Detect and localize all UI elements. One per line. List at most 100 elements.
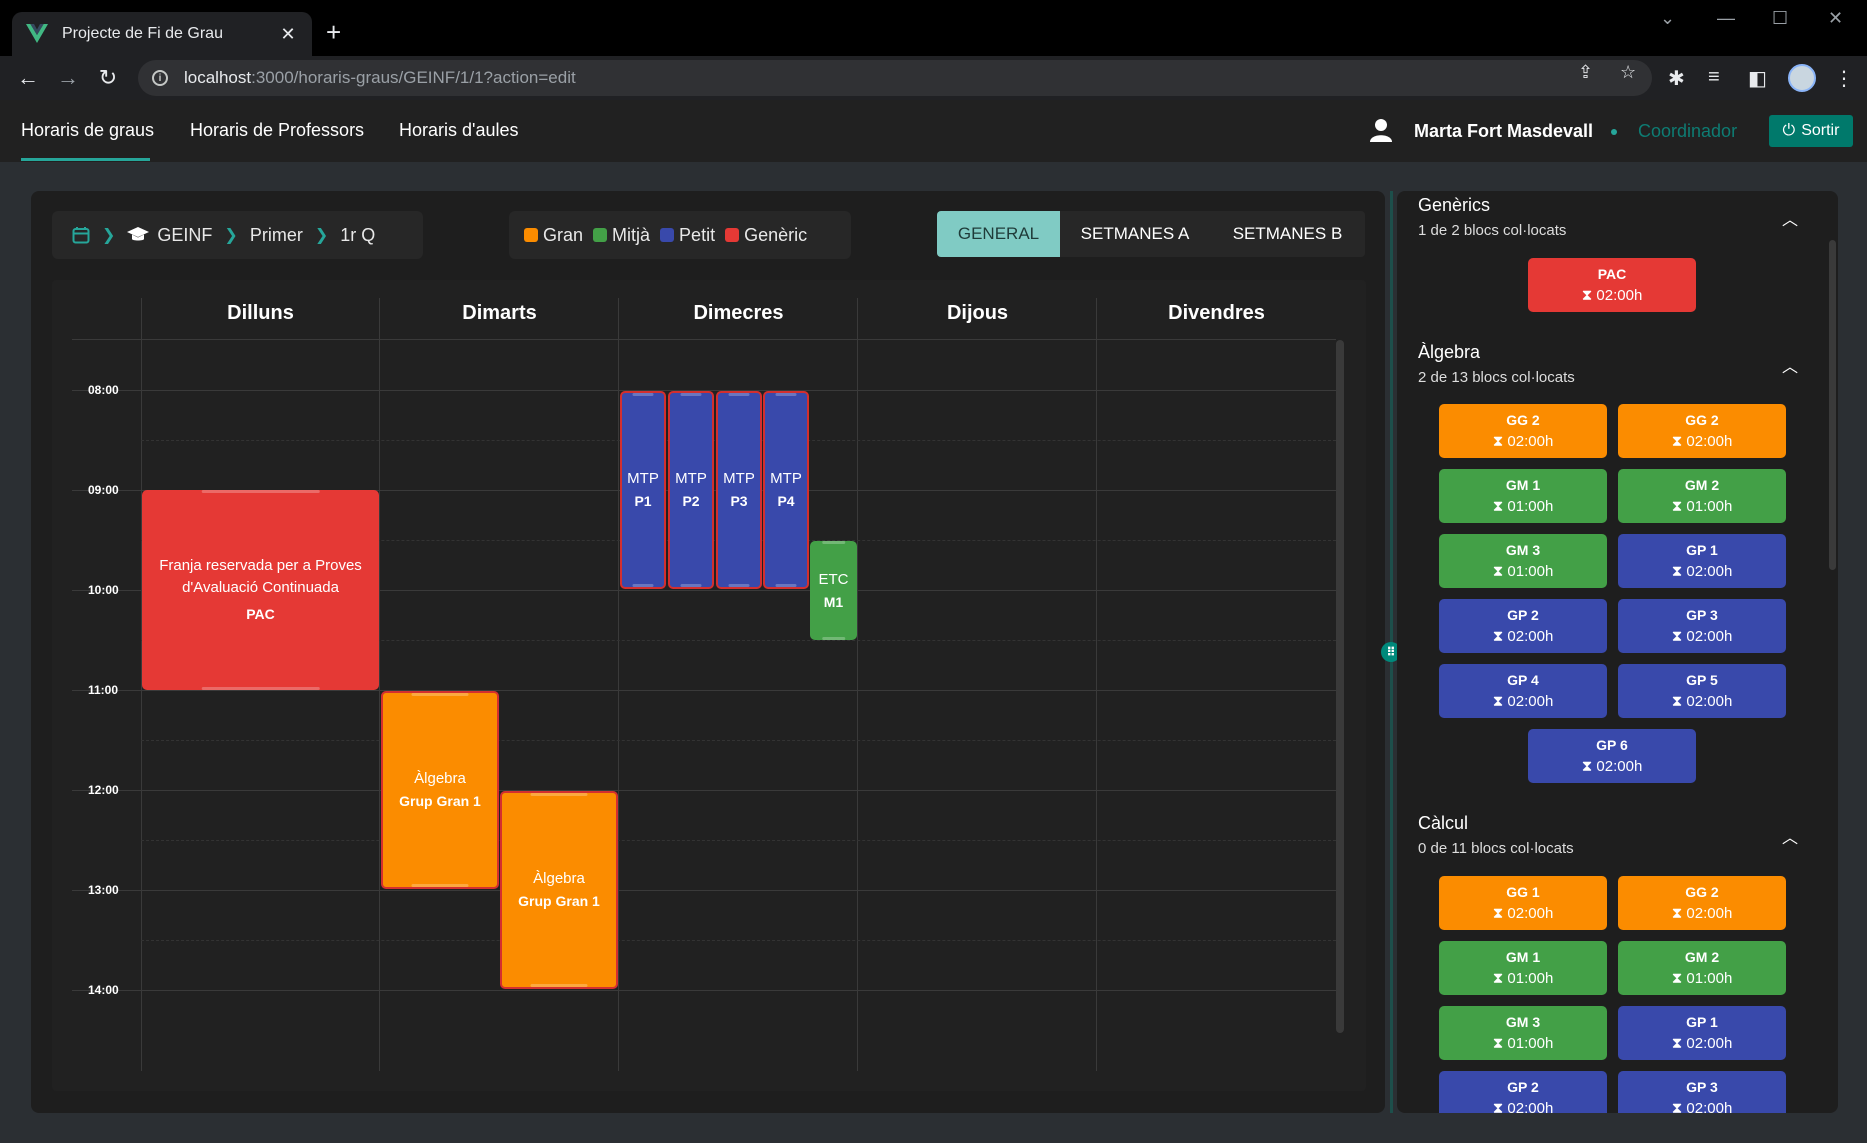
block-duration: ⧗ 02:00h (1671, 563, 1733, 580)
event-subject: MTP (723, 470, 755, 487)
forward-icon[interactable]: → (52, 62, 84, 94)
block-algebra[interactable]: GP 4 ⧗ 02:00h (1439, 664, 1607, 718)
browser-tab[interactable]: Projecte de Fi de Grau ✕ (12, 12, 312, 56)
block-calcul[interactable]: GP 2 ⧗ 02:00h (1439, 1071, 1607, 1113)
block-duration: ⧗ 01:00h (1671, 970, 1733, 987)
resize-handle[interactable] (680, 584, 702, 587)
event-mtp-p1[interactable]: MTP P1 (620, 391, 666, 589)
close-tab-icon[interactable]: ✕ (278, 24, 298, 45)
resize-handle[interactable] (821, 541, 846, 544)
block-calcul[interactable]: GM 2 ⧗ 01:00h (1618, 941, 1786, 995)
tab-general[interactable]: GENERAL (937, 211, 1060, 257)
chevron-up-icon[interactable]: ︿ (1782, 824, 1798, 848)
chevron-up-icon[interactable]: ︿ (1782, 353, 1798, 377)
block-name: GM 1 (1505, 477, 1541, 493)
resize-handle[interactable] (632, 393, 654, 396)
block-calcul[interactable]: GP 1 ⧗ 02:00h (1618, 1006, 1786, 1060)
event-etc-m1[interactable]: ETC M1 (810, 541, 857, 640)
block-duration: ⧗ 01:00h (1492, 498, 1554, 515)
block-algebra[interactable]: GP 3 ⧗ 02:00h (1618, 599, 1786, 653)
chevron-up-icon[interactable]: ︿ (1782, 206, 1798, 230)
event-mtp-p2[interactable]: MTP P2 (668, 391, 714, 589)
resize-handle[interactable] (201, 687, 320, 690)
resize-handle[interactable] (728, 584, 750, 587)
resize-handle[interactable] (680, 393, 702, 396)
reload-icon[interactable]: ↻ (92, 62, 124, 94)
resize-handle[interactable] (775, 393, 797, 396)
resize-handle[interactable] (728, 393, 750, 396)
block-algebra[interactable]: GM 1 ⧗ 01:00h (1439, 469, 1607, 523)
event-mtp-p4[interactable]: MTP P4 (763, 391, 809, 589)
day-header-dijous: Dijous (946, 302, 1009, 324)
block-duration: ⧗ 02:00h (1492, 433, 1554, 450)
nav-horaris-professors[interactable]: Horaris de Professors (190, 120, 364, 141)
tab-setmanes-a[interactable]: SETMANES A (1060, 211, 1210, 257)
block-calcul[interactable]: GP 3 ⧗ 02:00h (1618, 1071, 1786, 1113)
block-algebra[interactable]: GP 2 ⧗ 02:00h (1439, 599, 1607, 653)
breadcrumb-grau[interactable]: GEINF (157, 225, 212, 246)
side-scrollbar[interactable] (1829, 240, 1836, 570)
block-algebra[interactable]: GP 1 ⧗ 02:00h (1618, 534, 1786, 588)
block-name: GP 2 (1507, 1079, 1539, 1095)
block-name: GG 1 (1506, 884, 1540, 900)
breadcrumb-quadrimestre[interactable]: 1r Q (340, 225, 375, 246)
day-header-dimecres: Dimecres (693, 302, 784, 324)
resize-handle[interactable] (411, 884, 469, 887)
breadcrumb-curs[interactable]: Primer (250, 225, 303, 246)
event-group: Grup Gran 1 (518, 893, 600, 909)
block-algebra[interactable]: GP 5 ⧗ 02:00h (1618, 664, 1786, 718)
event-algebra-1[interactable]: Àlgebra Grup Gran 1 (381, 691, 499, 889)
share-icon[interactable]: ⇪ (1578, 62, 1593, 83)
resize-handle[interactable] (821, 637, 846, 640)
block-calcul[interactable]: GM 1 ⧗ 01:00h (1439, 941, 1607, 995)
side-panel-icon[interactable]: ◧ (1748, 66, 1767, 91)
nav-horaris-aules[interactable]: Horaris d'aules (399, 120, 519, 141)
event-text: d'Avaluació Continuada (182, 579, 339, 596)
extensions-icon[interactable]: ✱ (1668, 66, 1685, 91)
resize-handle[interactable] (632, 584, 654, 587)
new-tab-icon[interactable]: + (326, 18, 341, 46)
tab-setmanes-b[interactable]: SETMANES B (1210, 211, 1365, 257)
site-info-icon[interactable]: i (152, 70, 168, 86)
back-icon[interactable]: ← (12, 62, 44, 94)
address-bar[interactable]: i localhost:3000/horaris-graus/GEINF/1/1… (138, 60, 1652, 96)
calendar-scrollbar[interactable] (1336, 340, 1344, 1033)
calendar-icon[interactable] (72, 226, 90, 244)
minimize-icon[interactable]: — (1717, 8, 1735, 29)
view-tabs: GENERAL SETMANES A SETMANES B (937, 211, 1365, 257)
block-generic[interactable]: PAC ⧗ 02:00h (1528, 258, 1696, 312)
maximize-icon[interactable]: ☐ (1772, 8, 1788, 29)
block-algebra[interactable]: GG 2 ⧗ 02:00h (1439, 404, 1607, 458)
window-close-icon[interactable]: ✕ (1828, 8, 1843, 29)
resize-handle[interactable] (775, 584, 797, 587)
resize-handle[interactable] (411, 693, 469, 696)
profile-avatar[interactable] (1788, 64, 1816, 92)
resize-handle[interactable] (530, 984, 588, 987)
block-duration: ⧗ 02:00h (1581, 758, 1643, 775)
media-control-icon[interactable]: ≡ (1708, 66, 1720, 89)
event-algebra-2[interactable]: Àlgebra Grup Gran 1 (500, 791, 618, 989)
block-algebra[interactable]: GM 3 ⧗ 01:00h (1439, 534, 1607, 588)
block-name: GG 2 (1506, 412, 1540, 428)
block-calcul[interactable]: GM 3 ⧗ 01:00h (1439, 1006, 1607, 1060)
logout-button[interactable]: ⏻ Sortir (1769, 115, 1853, 147)
hourglass-icon: ⧗ (1492, 1100, 1508, 1113)
nav-horaris-graus[interactable]: Horaris de graus (21, 120, 154, 141)
block-algebra[interactable]: GG 2 ⧗ 02:00h (1618, 404, 1786, 458)
block-name: GP 2 (1507, 607, 1539, 623)
bookmark-star-icon[interactable]: ☆ (1620, 62, 1636, 83)
block-algebra[interactable]: GP 6 ⧗ 02:00h (1528, 729, 1696, 783)
browser-menu-icon[interactable]: ⋮ (1834, 66, 1854, 91)
weekly-calendar: Dilluns Dimarts Dimecres Dijous Divendre… (52, 280, 1366, 1091)
block-calcul[interactable]: GG 1 ⧗ 02:00h (1439, 876, 1607, 930)
resize-handle[interactable] (530, 793, 588, 796)
hourglass-icon: ⧗ (1671, 970, 1687, 987)
block-algebra[interactable]: GM 2 ⧗ 01:00h (1618, 469, 1786, 523)
block-calcul[interactable]: GG 2 ⧗ 02:00h (1618, 876, 1786, 930)
browser-tab-title: Projecte de Fi de Grau (62, 25, 223, 42)
resize-handle[interactable] (201, 490, 320, 493)
legend-label: Petit (679, 224, 716, 245)
event-mtp-p3[interactable]: MTP P3 (716, 391, 762, 589)
event-pac[interactable]: Franja reservada per a Proves d'Avaluaci… (142, 490, 379, 690)
tab-search-icon[interactable]: ⌄ (1660, 8, 1675, 29)
